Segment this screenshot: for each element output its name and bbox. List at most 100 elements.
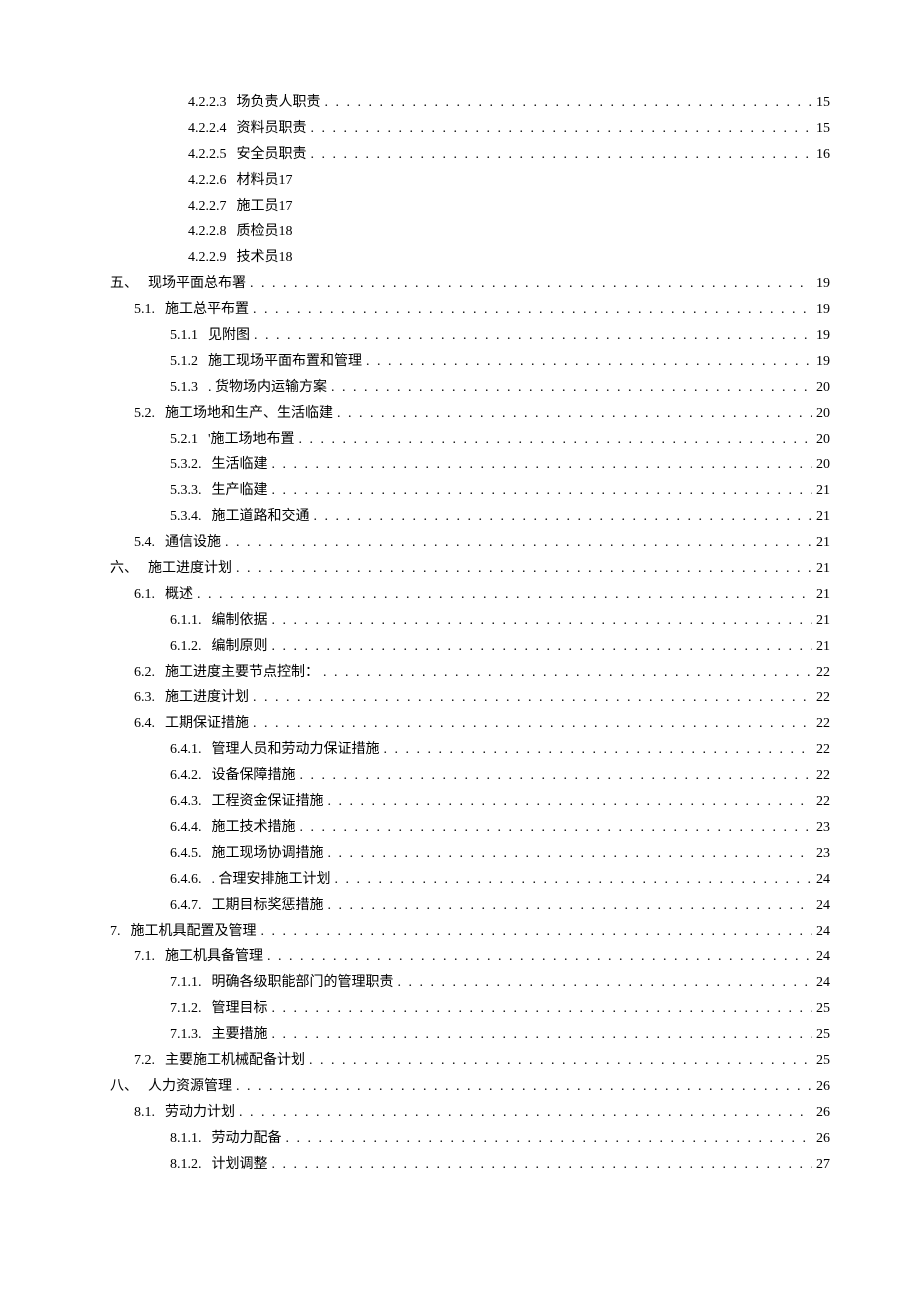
toc-leader-dots <box>272 634 813 660</box>
toc-title: 施工员17 <box>237 194 293 220</box>
toc-number: 7.2. <box>134 1048 165 1074</box>
toc-leader-dots <box>236 1074 812 1100</box>
toc-page-number: 24 <box>816 867 830 893</box>
toc-entry: 4.2.2.8质检员18 <box>110 219 830 245</box>
toc-number: 4.2.2.4 <box>188 116 237 142</box>
toc-number: 4.2.2.3 <box>188 90 237 116</box>
toc-leader-dots <box>311 116 813 142</box>
toc-page-number: 23 <box>816 841 830 867</box>
toc-title: 施工进度主要节点控制： <box>165 660 319 686</box>
toc-page-number: 19 <box>816 297 830 323</box>
toc-page-number: 24 <box>816 970 830 996</box>
toc-leader-dots <box>323 660 812 686</box>
toc-leader-dots <box>286 1126 813 1152</box>
toc-number: 6.4.3. <box>170 789 212 815</box>
toc-page-number: 15 <box>816 116 830 142</box>
toc-entry: 8.1.劳动力计划26 <box>110 1100 830 1126</box>
toc-title: 施工现场协调措施 <box>212 841 324 867</box>
toc-page-number: 19 <box>816 323 830 349</box>
toc-number: 5.3.4. <box>170 504 212 530</box>
toc-number: 4.2.2.8 <box>188 219 237 245</box>
toc-title: 劳动力计划 <box>165 1100 235 1126</box>
toc-title: 生产临建 <box>212 478 268 504</box>
toc-entry: 6.1.2.编制原则21 <box>110 634 830 660</box>
toc-number: 6.4.2. <box>170 763 212 789</box>
toc-leader-dots <box>239 1100 812 1126</box>
toc-title: 见附图 <box>208 323 250 349</box>
toc-title: 质检员18 <box>237 219 293 245</box>
toc-entry: 5.3.2.生活临建20 <box>110 452 830 478</box>
toc-title: 设备保障措施 <box>212 763 296 789</box>
toc-entry: 6.4.工期保证措施22 <box>110 711 830 737</box>
toc-entry: 4.2.2.6材料员17 <box>110 168 830 194</box>
toc-leader-dots <box>236 556 812 582</box>
toc-page-number: 19 <box>816 271 830 297</box>
toc-leader-dots <box>311 142 813 168</box>
toc-title: 工期目标奖惩措施 <box>212 893 324 919</box>
toc-number: 7.1.2. <box>170 996 212 1022</box>
toc-entry: 6.4.5.施工现场协调措施23 <box>110 841 830 867</box>
toc-page-number: 15 <box>816 90 830 116</box>
toc-number: 5.3.3. <box>170 478 212 504</box>
toc-title: 施工总平布置 <box>165 297 249 323</box>
toc-title: 通信设施 <box>165 530 221 556</box>
toc-page-number: 21 <box>816 504 830 530</box>
toc-title: 施工技术措施 <box>212 815 296 841</box>
toc-leader-dots <box>253 297 812 323</box>
toc-leader-dots <box>398 970 813 996</box>
toc-entry: 7.2.主要施工机械配备计划 25 <box>110 1048 830 1074</box>
toc-number: 6.1. <box>134 582 165 608</box>
toc-entry: 7.1.1.明确各级职能部门的管理职责24 <box>110 970 830 996</box>
toc-entry: 4.2.2.7施工员17 <box>110 194 830 220</box>
toc-entry: 6.1.概述21 <box>110 582 830 608</box>
toc-title: 明确各级职能部门的管理职责 <box>212 970 394 996</box>
toc-number: 5.2. <box>134 401 165 427</box>
toc-title: 资料员职责 <box>237 116 307 142</box>
toc-leader-dots <box>331 375 812 401</box>
toc-leader-dots <box>272 478 813 504</box>
toc-leader-dots <box>272 452 813 478</box>
toc-page-number: 26 <box>816 1126 830 1152</box>
toc-leader-dots <box>328 841 813 867</box>
toc-entry: 6.4.4.施工技术措施23 <box>110 815 830 841</box>
toc-title: 施工进度计划 <box>165 685 249 711</box>
toc-leader-dots <box>225 530 812 556</box>
toc-entry: 7.1.3.主要措施25 <box>110 1022 830 1048</box>
toc-page-number: 22 <box>816 763 830 789</box>
toc-leader-dots <box>309 1048 812 1074</box>
toc-page-number: 26 <box>816 1074 830 1100</box>
toc-title: 管理人员和劳动力保证措施 <box>212 737 380 763</box>
toc-page-number: 21 <box>816 582 830 608</box>
toc-entry: 5.1.3. 货物场内运输方案20 <box>110 375 830 401</box>
toc-title: 技术员18 <box>237 245 293 271</box>
toc-title: 场负责人职责 <box>237 90 321 116</box>
toc-page-number: 21 <box>816 478 830 504</box>
toc-page-number: 21 <box>816 556 830 582</box>
toc-leader-dots <box>253 685 812 711</box>
toc-number: 5.2.1 <box>170 427 208 453</box>
toc-leader-dots <box>250 271 812 297</box>
toc-title: 主要施工机械配备计划 <box>165 1048 305 1074</box>
toc-title: . 合理安排施工计划 <box>212 867 331 893</box>
toc-entry: 8.1.1.劳动力配备26 <box>110 1126 830 1152</box>
toc-page-number: 22 <box>816 789 830 815</box>
toc-page-number: 25 <box>816 1048 830 1074</box>
toc-entry: 6.2.施工进度主要节点控制：22 <box>110 660 830 686</box>
toc-leader-dots <box>366 349 812 375</box>
toc-page-number: 22 <box>816 685 830 711</box>
toc-title: 施工机具配置及管理 <box>131 919 257 945</box>
toc-leader-dots <box>272 608 813 634</box>
toc-number: 4.2.2.6 <box>188 168 237 194</box>
toc-leader-dots <box>253 711 812 737</box>
toc-entry: 4.2.2.3场负责人职责 15 <box>110 90 830 116</box>
toc-entry: 7.施工机具配置及管理24 <box>110 919 830 945</box>
toc-entry: 5.4.通信设施21 <box>110 530 830 556</box>
toc-number: 4.2.2.5 <box>188 142 237 168</box>
toc-leader-dots <box>337 401 812 427</box>
toc-number: 5.1.3 <box>170 375 208 401</box>
toc-page-number: 20 <box>816 401 830 427</box>
toc-number: 8.1.1. <box>170 1126 212 1152</box>
toc-title: 现场平面总布署 <box>148 271 246 297</box>
toc-leader-dots <box>261 919 813 945</box>
toc-page-number: 24 <box>816 919 830 945</box>
